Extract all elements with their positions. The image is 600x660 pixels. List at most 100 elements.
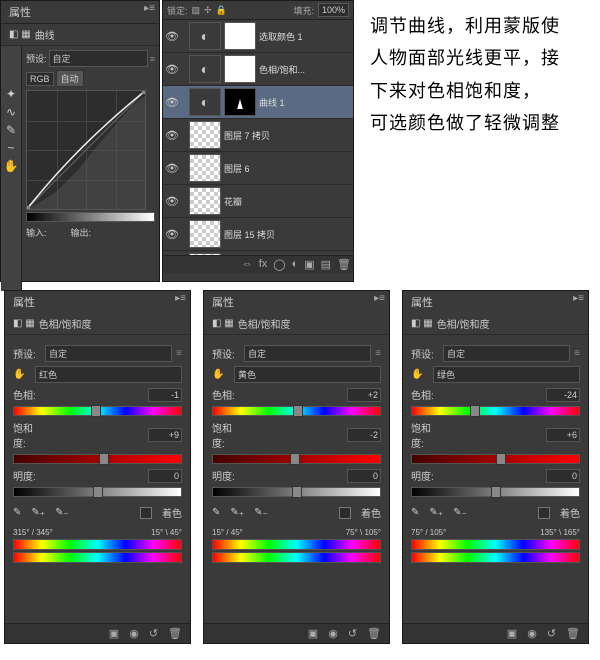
panel-menu-icon[interactable]: ▸≡	[144, 3, 155, 14]
layer-row[interactable]: 👁图层 6	[163, 152, 353, 185]
colorize-checkbox[interactable]	[140, 507, 152, 519]
lock-position-icon[interactable]: ✢	[204, 5, 212, 16]
range-slider-top[interactable]	[212, 539, 381, 550]
range-slider-bottom[interactable]	[13, 552, 182, 563]
view-prev-icon[interactable]: ◉	[527, 627, 537, 640]
preset-dropdown[interactable]: 自定	[49, 50, 148, 67]
eyedropper-sub-icon[interactable]: ✎₋	[254, 507, 268, 518]
hue-value[interactable]: -24	[546, 388, 580, 402]
sat-slider[interactable]	[212, 454, 381, 464]
smooth-tool-icon[interactable]: ~	[3, 140, 19, 156]
eyedropper-add-icon[interactable]: ✎₊	[429, 507, 443, 518]
colorize-checkbox[interactable]	[538, 507, 550, 519]
sample-tool-icon[interactable]: ∿	[3, 104, 19, 120]
view-prev-icon[interactable]: ◉	[129, 627, 139, 640]
clip-icon[interactable]: ▣	[507, 627, 517, 640]
eyedropper-icon[interactable]: ✎	[411, 507, 419, 518]
layer-row[interactable]: 👁◐曲线 1	[163, 86, 353, 119]
layer-row[interactable]: 👁图层 15 拷贝	[163, 218, 353, 251]
hand-icon[interactable]: ✋	[13, 369, 31, 380]
eyedropper-sub-icon[interactable]: ✎₋	[55, 507, 69, 518]
on-image-tool-icon[interactable]: ✦	[3, 86, 19, 102]
layer-row[interactable]: 👁图层 7 拷贝	[163, 119, 353, 152]
preset-dropdown[interactable]: 自定	[443, 345, 570, 362]
trash-icon[interactable]: 🗑	[337, 258, 351, 271]
visibility-icon[interactable]: 👁	[165, 63, 179, 76]
trash-icon[interactable]: 🗑	[566, 627, 580, 640]
adjustment-icon[interactable]: ◐	[292, 258, 299, 271]
panel-menu-icon[interactable]: ▸≡	[573, 293, 584, 304]
panel-menu-icon[interactable]: ▸≡	[374, 293, 385, 304]
colorize-checkbox[interactable]	[339, 507, 351, 519]
hue-value[interactable]: -1	[148, 388, 182, 402]
curves-grid[interactable]	[26, 90, 146, 210]
fill-value[interactable]: 100%	[318, 3, 349, 17]
range-slider-bottom[interactable]	[212, 552, 381, 563]
hue-value[interactable]: +2	[347, 388, 381, 402]
reset-icon[interactable]: ↺	[348, 627, 357, 640]
sat-value[interactable]: -2	[347, 428, 381, 442]
light-slider[interactable]	[13, 487, 182, 497]
link-icon[interactable]: ⇔	[242, 258, 253, 271]
new-layer-icon[interactable]: ▤	[321, 258, 331, 271]
channel-dropdown[interactable]: 黄色	[234, 366, 381, 383]
channel-dropdown[interactable]: RGB	[26, 72, 54, 86]
layer-row[interactable]: 👁◐选取颜色 1	[163, 20, 353, 53]
lock-pixels-icon[interactable]: ▨	[192, 5, 201, 16]
preset-dropdown[interactable]: 自定	[45, 345, 172, 362]
properties-tab[interactable]: 属性	[204, 291, 389, 313]
hue-slider[interactable]	[212, 406, 381, 416]
hand-icon[interactable]: ✋	[411, 369, 429, 380]
light-value[interactable]: 0	[148, 469, 182, 483]
preset-dropdown[interactable]: 自定	[244, 345, 371, 362]
trash-icon[interactable]: 🗑	[367, 627, 381, 640]
trash-icon[interactable]: 🗑	[168, 627, 182, 640]
light-value[interactable]: 0	[546, 469, 580, 483]
channel-dropdown[interactable]: 绿色	[433, 366, 580, 383]
visibility-icon[interactable]: 👁	[165, 228, 179, 241]
eyedropper-icon[interactable]: ✎	[212, 507, 220, 518]
sat-value[interactable]: +9	[148, 428, 182, 442]
clip-icon[interactable]: ▣	[109, 627, 119, 640]
hand-icon[interactable]: ✋	[212, 369, 230, 380]
hue-slider[interactable]	[13, 406, 182, 416]
view-prev-icon[interactable]: ◉	[328, 627, 338, 640]
input-gradient[interactable]	[26, 212, 155, 222]
light-slider[interactable]	[212, 487, 381, 497]
properties-tab[interactable]: 属性	[5, 291, 190, 313]
properties-tab[interactable]: 属性	[9, 4, 31, 20]
light-slider[interactable]	[411, 487, 580, 497]
visibility-icon[interactable]: 👁	[165, 129, 179, 142]
fx-icon[interactable]: fx	[259, 258, 268, 271]
hue-slider[interactable]	[411, 406, 580, 416]
lock-all-icon[interactable]: 🔒	[216, 5, 227, 16]
clip-icon[interactable]: ▣	[308, 627, 318, 640]
mask-icon[interactable]: ◯	[273, 258, 285, 271]
properties-tab[interactable]: 属性	[403, 291, 588, 313]
range-slider-top[interactable]	[411, 539, 580, 550]
visibility-icon[interactable]: 👁	[165, 96, 179, 109]
sat-slider[interactable]	[13, 454, 182, 464]
eyedropper-sub-icon[interactable]: ✎₋	[453, 507, 467, 518]
layer-row[interactable]: 👁◐色相/饱和...	[163, 53, 353, 86]
reset-icon[interactable]: ↺	[547, 627, 556, 640]
range-slider-top[interactable]	[13, 539, 182, 550]
eyedropper-add-icon[interactable]: ✎₊	[31, 507, 45, 518]
layer-row[interactable]: 👁花瓣	[163, 185, 353, 218]
visibility-icon[interactable]: 👁	[165, 195, 179, 208]
hand-icon[interactable]: ✋	[3, 158, 19, 174]
folder-icon[interactable]: ▣	[304, 258, 314, 271]
reset-icon[interactable]: ↺	[149, 627, 158, 640]
range-slider-bottom[interactable]	[411, 552, 580, 563]
eyedropper-icon[interactable]: ✎	[13, 507, 21, 518]
panel-menu-icon[interactable]: ▸≡	[175, 293, 186, 304]
eyedropper-add-icon[interactable]: ✎₊	[230, 507, 244, 518]
channel-dropdown[interactable]: 红色	[35, 366, 182, 383]
light-value[interactable]: 0	[347, 469, 381, 483]
visibility-icon[interactable]: 👁	[165, 162, 179, 175]
sat-slider[interactable]	[411, 454, 580, 464]
auto-button[interactable]: 自动	[56, 70, 84, 87]
pencil-tool-icon[interactable]: ✎	[3, 122, 19, 138]
visibility-icon[interactable]: 👁	[165, 30, 179, 43]
sat-value[interactable]: +6	[546, 428, 580, 442]
